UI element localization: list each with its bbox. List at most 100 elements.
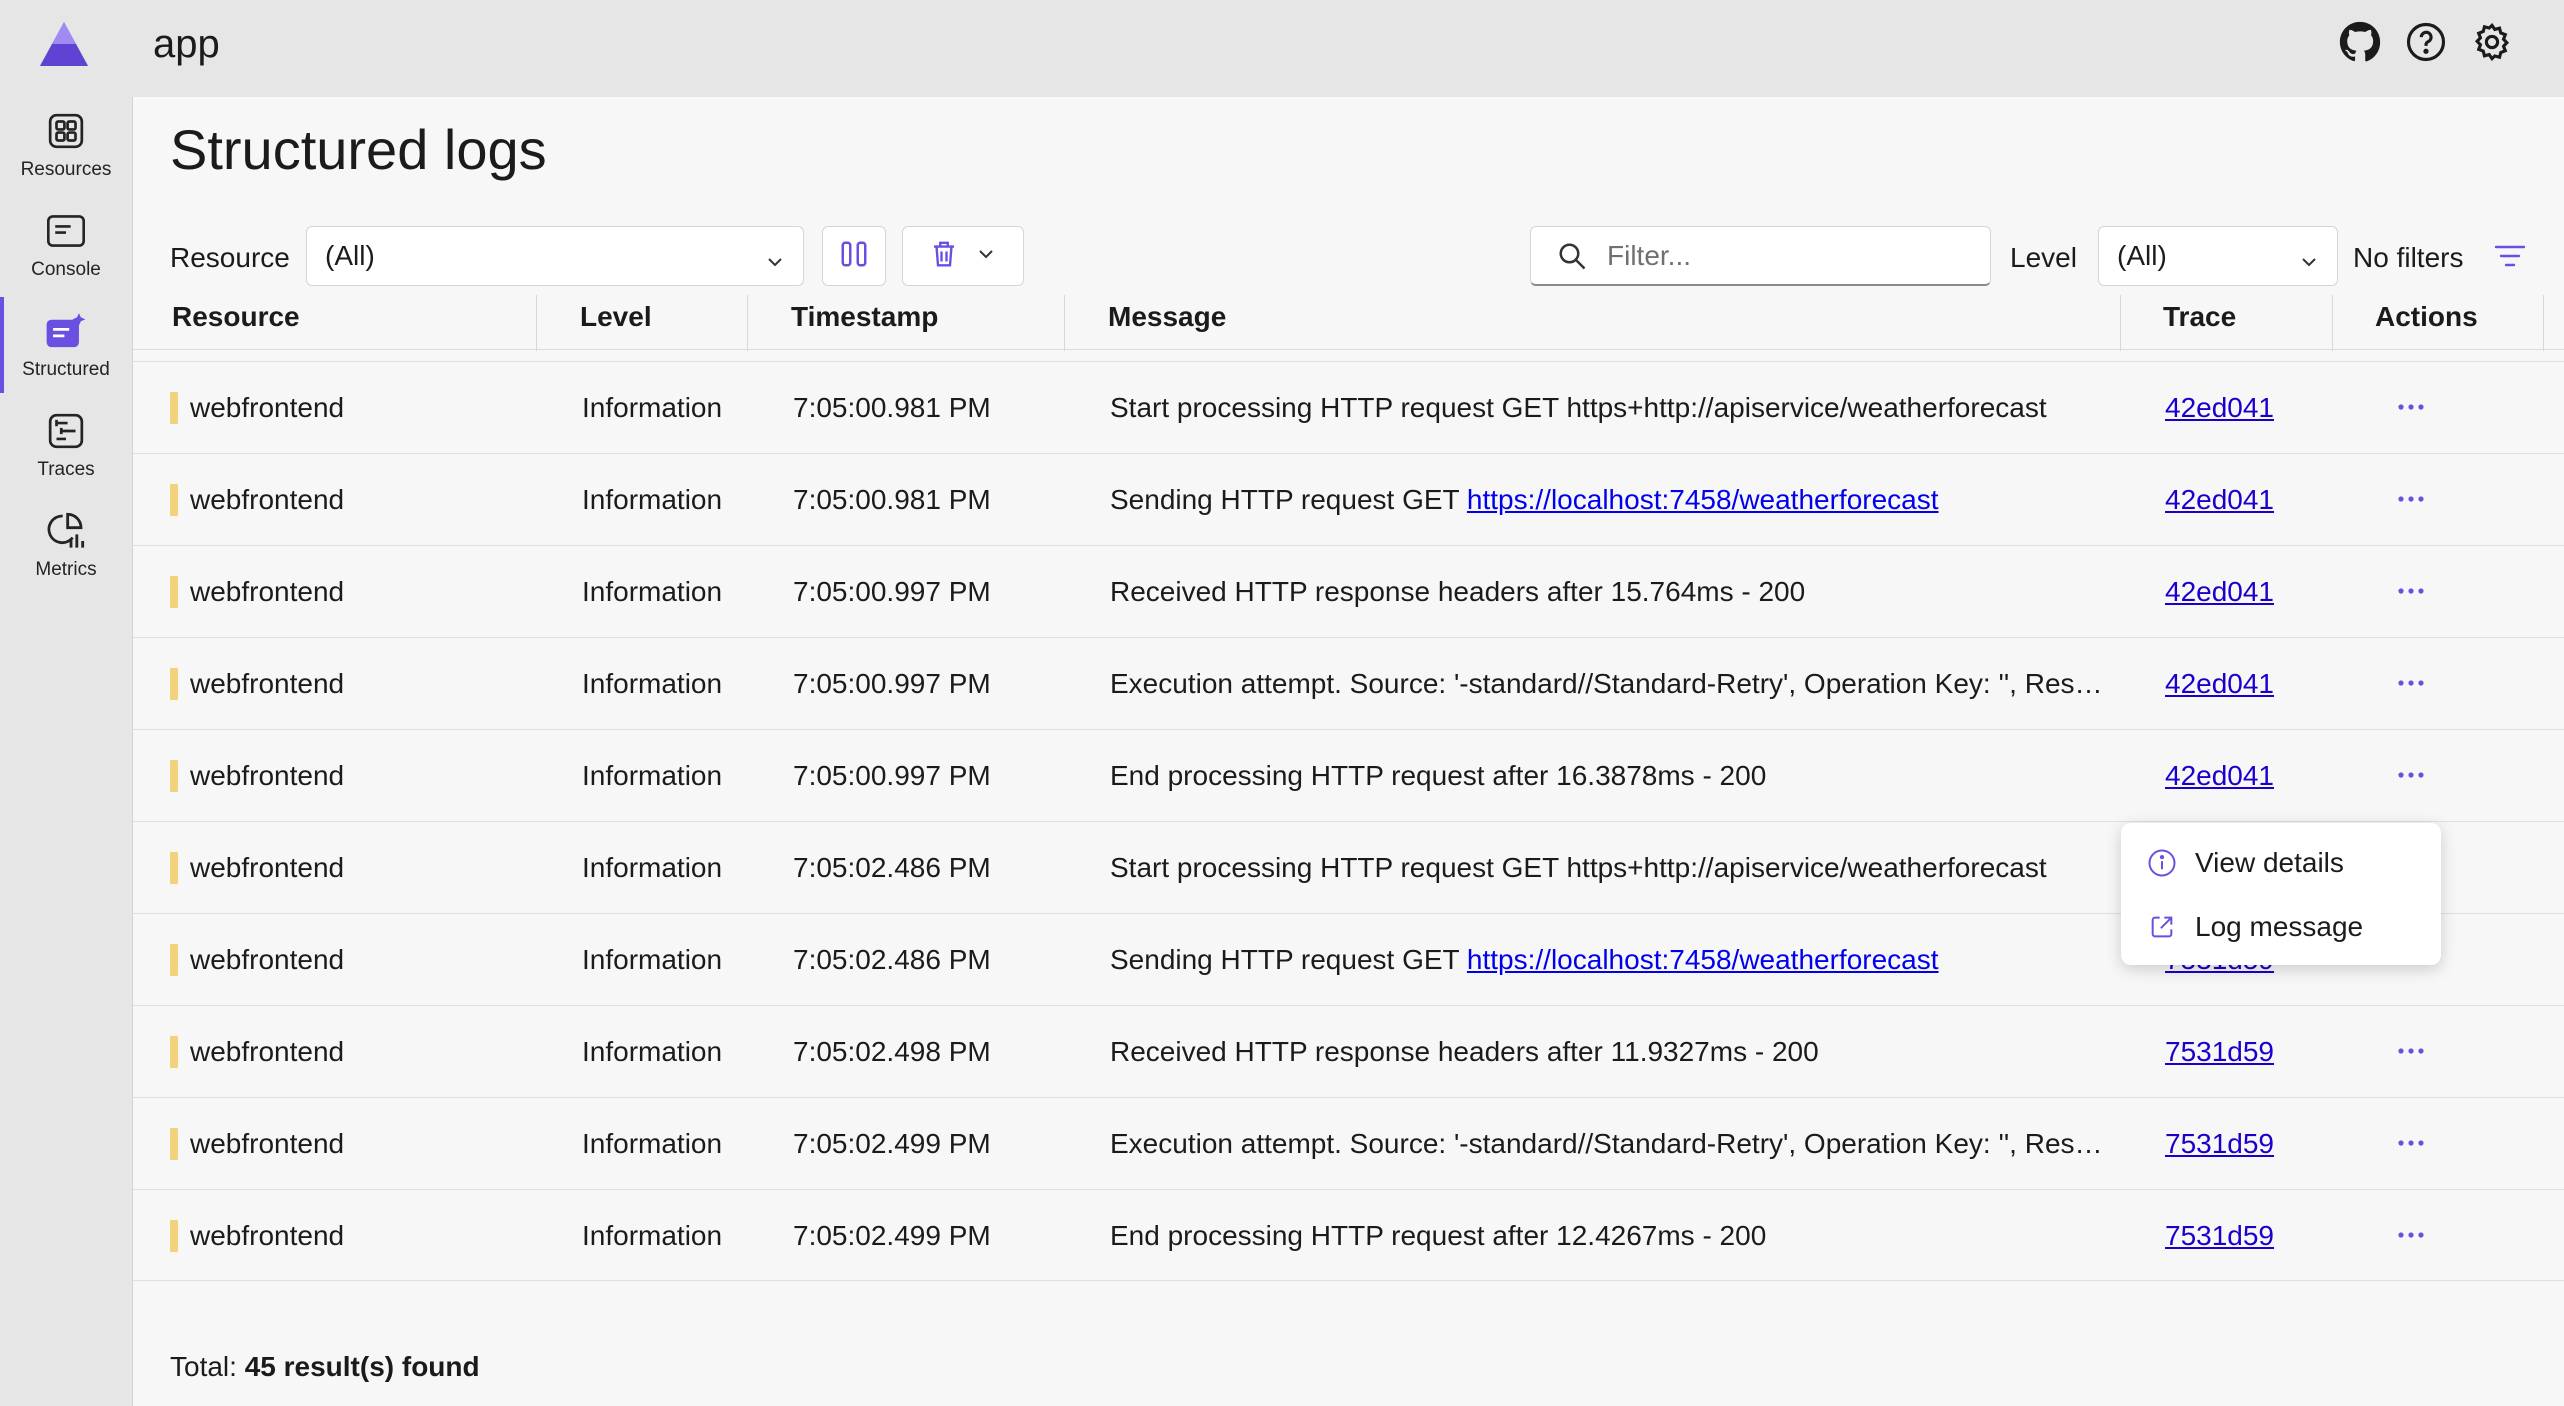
message-link[interactable]: https://localhost:7458/weatherforecast [1467, 944, 1939, 975]
message-cell: Execution attempt. Source: '-standard//S… [1110, 1128, 2110, 1160]
resource-select[interactable]: (All) [306, 226, 804, 286]
timestamp-cell: 7:05:02.486 PM [793, 944, 991, 975]
more-actions-button[interactable] [2391, 1128, 2431, 1158]
level-cell: Information [582, 1036, 723, 1067]
resource-cell: webfrontend [190, 944, 345, 975]
table-row[interactable]: webfrontend Information 7:05:00.997 PM E… [133, 729, 2564, 821]
column-resize-handle[interactable] [2120, 295, 2121, 351]
resource-cell: webfrontend [190, 1128, 345, 1159]
chevron-down-icon [765, 247, 785, 279]
message-cell: End processing HTTP request after 12.426… [1110, 1220, 2110, 1252]
ellipsis-icon [2398, 496, 2424, 502]
level-cell: Information [582, 1128, 723, 1159]
more-actions-button[interactable] [2391, 1036, 2431, 1066]
menu-item-label: Log message [2195, 911, 2364, 942]
column-header-level[interactable]: Level [580, 301, 652, 333]
more-actions-button[interactable] [2391, 668, 2431, 698]
more-actions-button[interactable] [2391, 1220, 2431, 1250]
more-actions-button[interactable] [2391, 576, 2431, 606]
sidebar-item-traces[interactable]: Traces [0, 397, 132, 493]
table-row[interactable]: webfrontend Information 7:05:02.498 PM R… [133, 1005, 2564, 1097]
level-indicator [170, 576, 178, 608]
menu-item-view-details[interactable]: View details [2121, 833, 2441, 893]
column-resize-handle[interactable] [747, 295, 748, 351]
app-name: app [153, 22, 220, 66]
message-link[interactable]: https://localhost:7458/weatherforecast [1467, 484, 1939, 515]
trace-link[interactable]: 42ed041 [2165, 392, 2274, 423]
message-text: Execution attempt. Source: '-standard//S… [1110, 668, 2110, 699]
timestamp-cell: 7:05:00.981 PM [793, 392, 991, 423]
level-select[interactable]: (All) [2098, 226, 2338, 286]
resource-select-value: (All) [325, 240, 375, 271]
column-resize-handle[interactable] [536, 295, 537, 351]
settings-icon[interactable] [2470, 20, 2514, 64]
more-actions-button[interactable] [2391, 392, 2431, 422]
message-cell: Start processing HTTP request GET https+… [1110, 392, 2110, 424]
table-row[interactable]: webfrontend Information 7:05:02.499 PM E… [133, 1189, 2564, 1281]
level-indicator [170, 484, 178, 516]
message-text: Execution attempt. Source: '-standard//S… [1110, 1128, 2110, 1159]
sidebar-item-metrics[interactable]: Metrics [0, 497, 132, 593]
main-content: Structured logs Resource (All) Level (Al… [133, 97, 2564, 1406]
resource-cell: webfrontend [190, 392, 345, 423]
filter-input-container [1530, 226, 1991, 286]
level-indicator [170, 944, 178, 976]
message-cell: Execution attempt. Source: '-standard//S… [1110, 668, 2110, 700]
trace-link[interactable]: 42ed041 [2165, 760, 2274, 791]
filter-lines-icon[interactable] [2493, 241, 2527, 276]
trace-link[interactable]: 7531d59 [2165, 1220, 2274, 1251]
more-actions-button[interactable] [2391, 760, 2431, 790]
table-row[interactable]: webfrontend Information 7:05:00.997 PM R… [133, 545, 2564, 637]
github-icon[interactable] [2338, 20, 2382, 64]
ellipsis-icon [2398, 772, 2424, 778]
search-icon [1557, 241, 1587, 271]
sidebar-item-structured[interactable]: Structured [0, 297, 132, 393]
column-resize-handle[interactable] [1064, 295, 1065, 351]
column-header-trace[interactable]: Trace [2163, 301, 2236, 333]
remove-data-button[interactable] [902, 226, 1024, 286]
column-header-message[interactable]: Message [1108, 301, 1226, 333]
sidebar-item-label: Resources [20, 159, 112, 180]
trace-link[interactable]: 42ed041 [2165, 576, 2274, 607]
column-header-timestamp[interactable]: Timestamp [791, 301, 938, 333]
external-link-icon [2147, 912, 2177, 942]
level-cell: Information [582, 944, 723, 975]
level-cell: Information [582, 392, 723, 423]
sidebar-item-console[interactable]: Console [0, 197, 132, 293]
trash-icon [930, 239, 958, 274]
filter-input[interactable] [1605, 238, 1949, 273]
menu-item-log-message[interactable]: Log message [2121, 897, 2441, 957]
app-logo-icon[interactable] [36, 20, 92, 70]
no-filters-label: No filters [2353, 242, 2464, 273]
toggle-columns-button[interactable] [822, 226, 886, 286]
more-actions-button[interactable] [2391, 484, 2431, 514]
message-text: Sending HTTP request GET [1110, 484, 1467, 515]
resource-cell: webfrontend [190, 852, 345, 883]
trace-link[interactable]: 42ed041 [2165, 668, 2274, 699]
level-cell: Information [582, 852, 723, 883]
column-resize-handle[interactable] [2543, 295, 2544, 351]
resource-cell: webfrontend [190, 668, 345, 699]
table-row[interactable]: webfrontend Information 7:05:00.981 PM S… [133, 361, 2564, 453]
message-cell: Sending HTTP request GET https://localho… [1110, 944, 2110, 976]
column-header-resource[interactable]: Resource [172, 301, 300, 333]
table-header: Resource Level Timestamp Message Trace A… [133, 287, 2564, 351]
timestamp-cell: 7:05:02.499 PM [793, 1128, 991, 1159]
top-bar: app [0, 0, 2564, 97]
sidebar-item-resources[interactable]: Resources [0, 97, 132, 193]
trace-link[interactable]: 7531d59 [2165, 1128, 2274, 1159]
menu-item-label: View details [2195, 847, 2344, 878]
structured-icon [44, 309, 88, 353]
help-icon[interactable] [2404, 20, 2448, 64]
sidebar-item-label: Console [31, 259, 101, 280]
table-row[interactable]: webfrontend Information 7:05:00.997 PM E… [133, 637, 2564, 729]
table-row[interactable]: webfrontend Information 7:05:02.499 PM E… [133, 1097, 2564, 1189]
table-row[interactable]: webfrontend Information 7:05:00.981 PM S… [133, 453, 2564, 545]
ellipsis-icon [2398, 680, 2424, 686]
timestamp-cell: 7:05:02.498 PM [793, 1036, 991, 1067]
level-select-value: (All) [2117, 240, 2167, 271]
column-resize-handle[interactable] [2332, 295, 2333, 351]
trace-link[interactable]: 42ed041 [2165, 484, 2274, 515]
chevron-down-icon [976, 244, 996, 269]
trace-link[interactable]: 7531d59 [2165, 1036, 2274, 1067]
